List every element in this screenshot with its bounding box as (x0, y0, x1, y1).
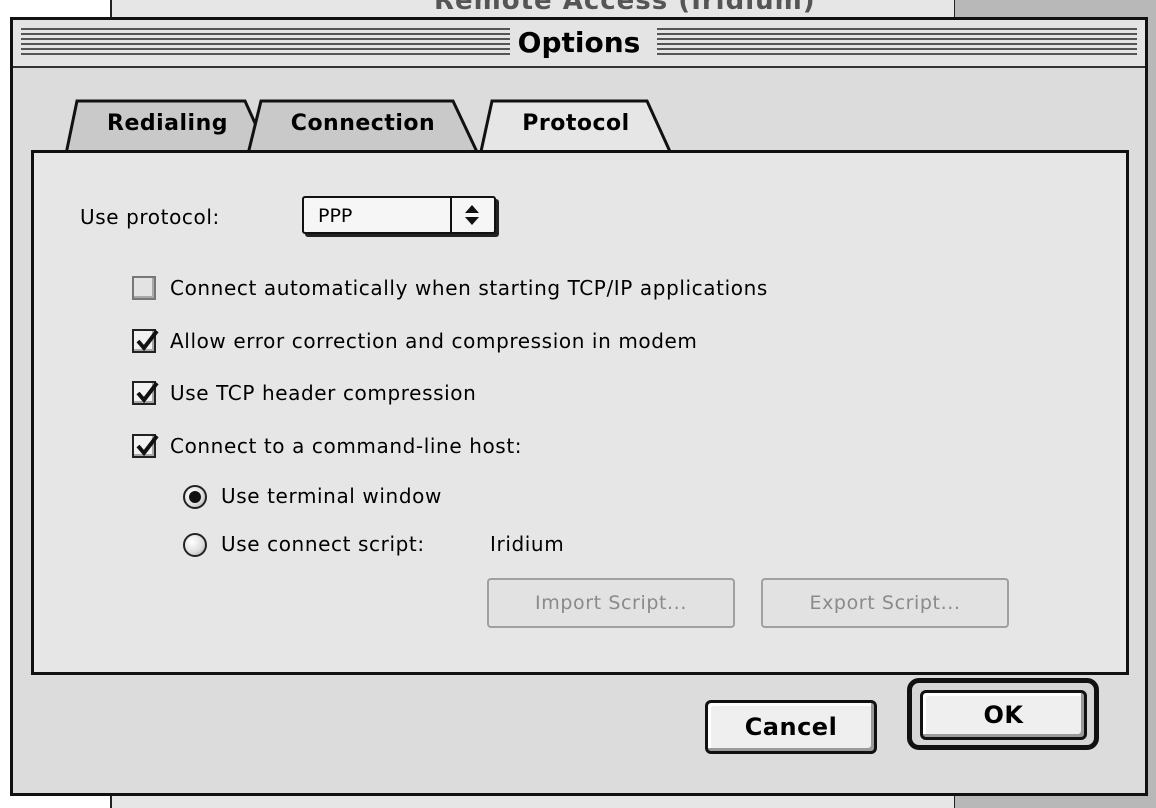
tab-protocol[interactable]: Protocol (478, 96, 674, 157)
tab-bar: Redialing Connection Protocol (64, 96, 685, 157)
checkbox-label: Use TCP header compression (170, 381, 477, 405)
export-script-button[interactable]: Export Script... (761, 578, 1009, 628)
radio-use-terminal-window[interactable]: Use terminal window (183, 483, 503, 513)
ok-button[interactable]: OK (920, 690, 1087, 740)
radio-label: Use terminal window (221, 484, 442, 508)
tab-redialing[interactable]: Redialing (64, 96, 271, 155)
checkbox-label: Connect automatically when starting TCP/… (170, 276, 768, 300)
radio-unselected-icon (183, 533, 207, 557)
checkbox-label: Allow error correction and compression i… (170, 329, 698, 353)
tab-connection-label: Connection (290, 111, 436, 136)
protocol-popup[interactable]: PPP (302, 196, 496, 234)
protocol-panel: Use protocol: PPP Connect automatically … (31, 150, 1129, 675)
radio-use-connect-script[interactable]: Use connect script: (183, 531, 483, 561)
popup-arrows-icon (450, 198, 494, 232)
tab-redialing-label: Redialing (107, 111, 228, 136)
dialog-title: Options (509, 26, 649, 59)
titlebar-stripes-left (21, 28, 515, 58)
checkmark-icon (132, 434, 159, 458)
checkbox-label: Connect to a command-line host: (170, 434, 523, 458)
checkbox-tcp-header-compression[interactable]: Use TCP header compression (132, 380, 552, 410)
checkbox-command-line-host[interactable]: Connect to a command-line host: (132, 433, 602, 463)
radio-label: Use connect script: (221, 532, 425, 556)
background-window-title: Remote Access (Iridium) (434, 0, 816, 16)
radio-selected-icon (183, 485, 207, 509)
dialog-titlebar[interactable]: Options (13, 20, 1145, 68)
tab-protocol-label: Protocol (522, 111, 630, 136)
checkbox-empty-icon (132, 276, 156, 300)
titlebar-stripes-right (657, 28, 1137, 58)
import-script-button[interactable]: Import Script... (487, 578, 735, 628)
connect-script-name: Iridium (490, 532, 565, 556)
checkmark-icon (132, 329, 159, 353)
cancel-button[interactable]: Cancel (705, 700, 877, 754)
use-protocol-label: Use protocol: (80, 205, 220, 229)
protocol-popup-value: PPP (318, 205, 353, 227)
checkmark-icon (132, 381, 159, 405)
tab-connection[interactable]: Connection (246, 96, 480, 155)
checkbox-error-correction[interactable]: Allow error correction and compression i… (132, 328, 832, 358)
checkbox-connect-automatically[interactable]: Connect automatically when starting TCP/… (132, 275, 892, 305)
